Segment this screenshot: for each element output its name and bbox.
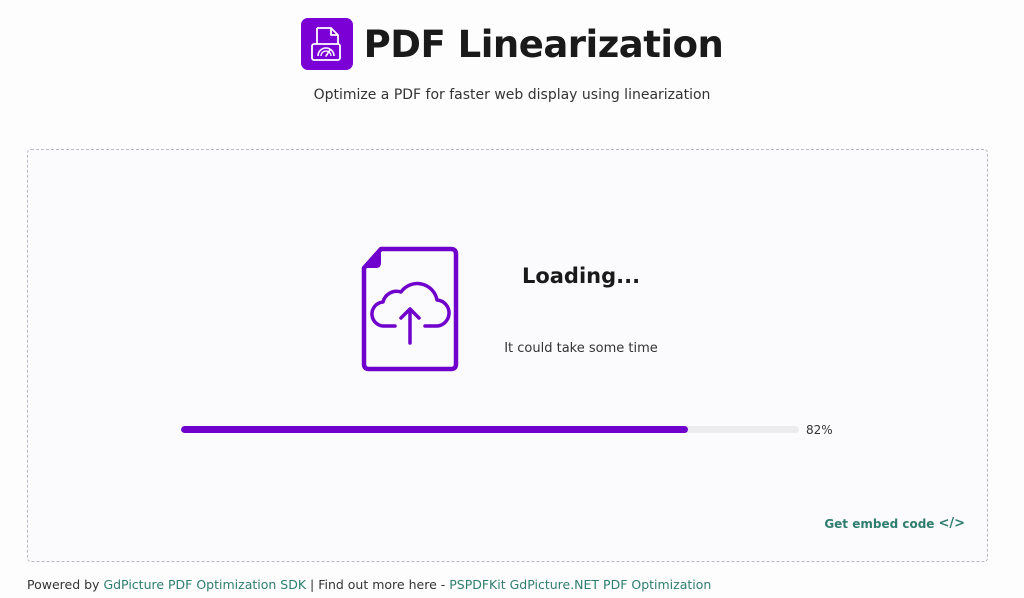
footer-middle: | Find out more here - bbox=[306, 577, 450, 592]
pdf-speedometer-icon bbox=[300, 18, 353, 70]
footer-prefix: Powered by bbox=[27, 577, 104, 592]
page-header: PDF Linearization bbox=[0, 18, 1024, 70]
footer: Powered by GdPicture PDF Optimization SD… bbox=[27, 577, 711, 592]
page-subtitle: Optimize a PDF for faster web display us… bbox=[313, 87, 711, 103]
code-icon: </> bbox=[938, 516, 965, 531]
progress-bar bbox=[181, 426, 799, 433]
gdpicture-sdk-link[interactable]: GdPicture PDF Optimization SDK bbox=[103, 577, 306, 592]
loading-title: Loading... bbox=[521, 264, 641, 288]
loading-subtitle: It could take some time bbox=[504, 341, 658, 356]
page-title: PDF Linearization bbox=[363, 22, 724, 66]
file-upload-cloud-icon bbox=[361, 246, 459, 372]
progress-percent: 82% bbox=[806, 423, 833, 437]
progress-bar-fill bbox=[181, 426, 688, 433]
pspdfkit-link[interactable]: PSPDFKit GdPicture.NET PDF Optimization bbox=[449, 577, 711, 592]
get-embed-code-label: Get embed code bbox=[824, 516, 935, 531]
upload-panel: Loading... It could take some time 82% G… bbox=[27, 149, 988, 562]
get-embed-code-link[interactable]: Get embed code </> bbox=[824, 516, 965, 531]
